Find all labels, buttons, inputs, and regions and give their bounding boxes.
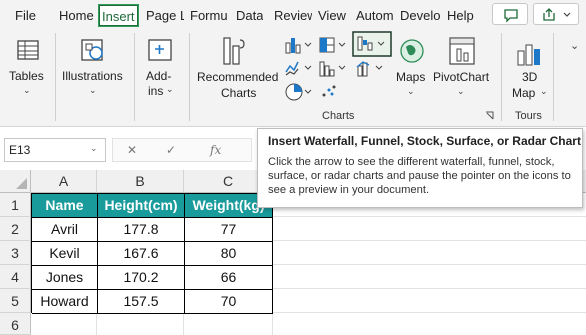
illustrations-icon[interactable]	[79, 37, 107, 65]
column-chart-icon[interactable]	[284, 35, 316, 55]
table-cell[interactable]: Jones	[32, 266, 98, 290]
tab-automate[interactable]: Autom	[356, 5, 394, 26]
chevron-down-icon[interactable]: ⌄	[23, 85, 31, 96]
pie-chart-icon[interactable]	[284, 81, 316, 103]
3d-map-icon[interactable]	[515, 41, 545, 67]
gridline	[273, 288, 586, 289]
table-cell[interactable]: 77	[185, 218, 273, 242]
gridline	[272, 313, 273, 335]
globe-icon[interactable]	[398, 37, 426, 65]
hierarchy-chart-icon[interactable]	[318, 35, 350, 55]
tab-data[interactable]: Data	[236, 5, 263, 26]
chevron-down-icon[interactable]: ⌄	[570, 39, 579, 52]
divider	[134, 33, 135, 121]
row-header-5[interactable]: 5	[0, 289, 31, 313]
comments-button[interactable]	[492, 3, 528, 25]
illustrations-button[interactable]: Illustrations	[62, 69, 123, 83]
gridline	[273, 216, 586, 217]
scatter-chart-icon[interactable]	[320, 83, 340, 99]
gridline	[273, 240, 586, 241]
ribbon: Tables ⌄ Illustrations ⌄ Add- ins ⌄ Reco…	[0, 29, 586, 127]
recommended-charts-icon[interactable]	[220, 34, 252, 68]
header-cell-height[interactable]: Height(cm)	[98, 194, 185, 218]
combo-chart-icon[interactable]	[356, 58, 388, 78]
header-cell-name[interactable]: Name	[32, 194, 98, 218]
row-header-6[interactable]: 6	[0, 313, 31, 335]
tab-formulas[interactable]: Formu	[190, 5, 230, 26]
column-header-b[interactable]: B	[97, 170, 184, 193]
divider	[55, 33, 56, 121]
maps-button[interactable]: Maps	[396, 70, 425, 84]
table-cell[interactable]: 157.5	[98, 290, 185, 314]
row-header-3[interactable]: 3	[0, 241, 31, 265]
tab-developer[interactable]: Develo	[400, 5, 440, 26]
add-ins-icon[interactable]	[146, 37, 174, 65]
line-chart-icon[interactable]	[284, 58, 316, 78]
row-header-2[interactable]: 2	[0, 217, 31, 241]
chevron-down-icon[interactable]: ⌄	[166, 84, 174, 95]
chevron-down-icon[interactable]: ⌄	[90, 143, 98, 154]
row-header-4[interactable]: 4	[0, 265, 31, 289]
tab-help[interactable]: Help	[447, 5, 474, 26]
tab-home[interactable]: Home	[59, 5, 94, 26]
tab-view[interactable]: View	[318, 5, 346, 26]
divider	[553, 33, 554, 121]
menu-bar: File Home Insert Page L Formu Data Revie…	[0, 0, 586, 29]
table-cell[interactable]: 66	[185, 266, 273, 290]
cancel-icon[interactable]: ✕	[127, 143, 137, 157]
chevron-down-icon[interactable]: ⌄	[89, 85, 97, 96]
share-button[interactable]	[533, 3, 579, 25]
insert-function-button[interactable]: fx	[210, 143, 221, 157]
tables-button[interactable]: Tables	[9, 69, 44, 83]
table-cell[interactable]: 167.6	[98, 242, 185, 266]
table-cell[interactable]: Kevil	[32, 242, 98, 266]
statistic-chart-icon[interactable]	[318, 58, 350, 78]
add-ins-button[interactable]: Add-	[146, 69, 171, 83]
dialog-launcher-icon[interactable]	[485, 111, 495, 121]
3d-map-button[interactable]: 3D	[522, 70, 537, 84]
tab-file[interactable]: File	[15, 5, 36, 26]
formula-actions: ✕ ✓ fx	[112, 138, 252, 162]
divider	[189, 33, 190, 121]
table-cell[interactable]: 70	[185, 290, 273, 314]
sheet-corner[interactable]	[0, 170, 31, 193]
gridline	[183, 313, 184, 335]
table-cell[interactable]: 170.2	[98, 266, 185, 290]
pivotchart-button[interactable]: PivotChart	[433, 70, 489, 84]
divider	[501, 33, 502, 121]
tab-insert[interactable]: Insert	[98, 4, 139, 27]
column-header-a[interactable]: A	[31, 170, 97, 193]
table-icon[interactable]	[15, 38, 41, 64]
tours-group-label: Tours	[515, 110, 542, 122]
table-cell[interactable]: Howard	[32, 290, 98, 314]
gridline	[273, 264, 586, 265]
tooltip-body: Click the arrow to see the different wat…	[268, 156, 571, 196]
charts-group-label: Charts	[322, 110, 355, 122]
tab-review[interactable]: Review	[274, 5, 312, 26]
waterfall-chart-icon[interactable]	[352, 31, 392, 57]
share-icon	[543, 8, 571, 21]
recommended-charts-label-line2: Charts	[221, 86, 257, 100]
comment-icon	[504, 9, 518, 23]
gridline	[96, 313, 97, 335]
recommended-charts-button[interactable]: Recommended	[197, 70, 278, 84]
pivotchart-icon[interactable]	[447, 35, 477, 67]
tab-page-layout[interactable]: Page L	[146, 5, 184, 26]
row-header-1[interactable]: 1	[0, 193, 31, 217]
add-ins-label-line2: ins	[148, 84, 164, 98]
table-cell[interactable]: Avril	[32, 218, 98, 242]
chevron-down-icon[interactable]: ⌄	[540, 86, 548, 97]
enter-icon[interactable]: ✓	[166, 143, 176, 157]
table-cell[interactable]: 177.8	[98, 218, 185, 242]
3d-map-label-line2: Map	[512, 86, 536, 100]
table-cell[interactable]: 80	[185, 242, 273, 266]
chart-tooltip: Insert Waterfall, Funnel, Stock, Surface…	[257, 128, 583, 208]
tooltip-title: Insert Waterfall, Funnel, Stock, Surface…	[268, 134, 581, 148]
chevron-down-icon[interactable]: ⌄	[407, 86, 415, 97]
chevron-down-icon[interactable]: ⌄	[457, 86, 465, 97]
data-table: Name Height(cm) Weight(kg) Avril 177.8 7…	[31, 193, 273, 314]
select-all-icon	[16, 178, 27, 189]
